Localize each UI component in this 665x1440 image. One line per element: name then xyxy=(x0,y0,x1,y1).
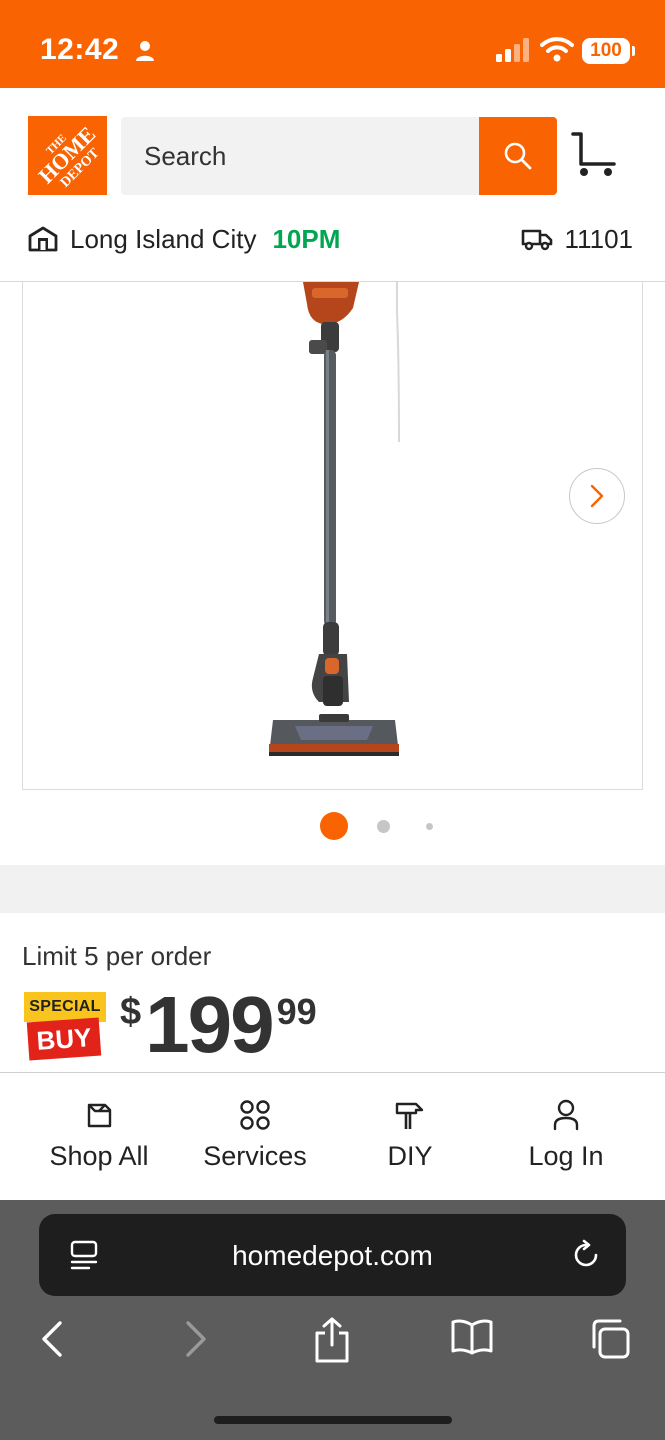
status-bar: 12:42 100 xyxy=(0,0,665,88)
battery-indicator: 100 xyxy=(582,38,635,64)
nav-shop-all[interactable]: Shop All xyxy=(16,1073,182,1201)
search-icon xyxy=(504,142,532,170)
person-icon xyxy=(136,41,154,61)
price-cents: 99 xyxy=(276,991,317,1032)
cart-icon[interactable] xyxy=(570,132,618,178)
buy-badge-text: BUY xyxy=(26,1017,102,1061)
price-currency: $ xyxy=(120,991,142,1033)
search-input[interactable]: Search xyxy=(121,117,479,195)
store-icon xyxy=(28,226,58,252)
stick-vacuum-image xyxy=(269,282,400,756)
back-icon[interactable] xyxy=(38,1317,66,1361)
carousel-dot-active[interactable] xyxy=(320,812,348,840)
delivery-zip: 11101 xyxy=(564,223,633,254)
special-buy-badge: SPECIAL BUY xyxy=(24,992,106,1064)
nav-label-shop-all: Shop All xyxy=(49,1141,149,1171)
order-limit-text: Limit 5 per order xyxy=(22,941,212,971)
store-close-time: 10PM xyxy=(272,223,341,254)
nav-label-log-in: Log In xyxy=(528,1141,604,1171)
home-indicator[interactable] xyxy=(214,1416,452,1424)
nav-label-diy: DIY xyxy=(387,1141,433,1171)
share-icon[interactable] xyxy=(313,1317,351,1363)
wifi-icon xyxy=(540,37,574,62)
shop-all-icon xyxy=(87,1103,112,1128)
store-name: Long Island City xyxy=(70,223,257,254)
nav-services[interactable]: Services xyxy=(172,1073,338,1201)
services-icon xyxy=(240,1100,270,1130)
reload-icon[interactable] xyxy=(570,1239,602,1271)
section-divider xyxy=(0,865,665,913)
carousel-dot[interactable] xyxy=(426,823,433,830)
nav-log-in[interactable]: Log In xyxy=(483,1073,649,1201)
nav-label-services: Services xyxy=(203,1141,307,1171)
search-placeholder: Search xyxy=(144,141,227,171)
carousel-next-button[interactable] xyxy=(569,468,625,524)
store-selector[interactable]: Long Island City 10PM xyxy=(28,224,340,254)
address-bar[interactable]: homedepot.com xyxy=(39,1214,626,1296)
url-text: homedepot.com xyxy=(232,1240,433,1271)
chevron-right-icon xyxy=(590,484,604,508)
delivery-truck-icon xyxy=(521,229,552,251)
bookmarks-icon[interactable] xyxy=(450,1317,494,1357)
site-header: THE HOME DEPOT Search Long Island City 1… xyxy=(0,88,665,282)
carousel-dot[interactable] xyxy=(377,820,390,833)
product-image-carousel[interactable] xyxy=(22,282,643,790)
diy-icon xyxy=(395,1102,424,1129)
forward-icon[interactable] xyxy=(182,1317,210,1361)
product-price: $ 199 99 xyxy=(120,985,317,1065)
tabs-icon[interactable] xyxy=(588,1317,632,1361)
price-dollars: 199 xyxy=(145,980,274,1069)
cellular-signal-icon xyxy=(496,38,529,62)
bottom-navigation: Shop All Services DIY Log In xyxy=(0,1072,665,1200)
logo-mark: THE HOME DEPOT xyxy=(28,116,107,195)
browser-toolbar: homedepot.com xyxy=(0,1200,665,1440)
home-depot-logo[interactable]: THE HOME DEPOT xyxy=(28,116,107,195)
user-icon xyxy=(553,1099,579,1131)
delivery-zip-selector[interactable]: 11101 xyxy=(521,224,633,254)
status-time: 12:42 xyxy=(40,33,120,66)
search-button[interactable] xyxy=(479,117,557,195)
nav-diy[interactable]: DIY xyxy=(327,1073,493,1201)
